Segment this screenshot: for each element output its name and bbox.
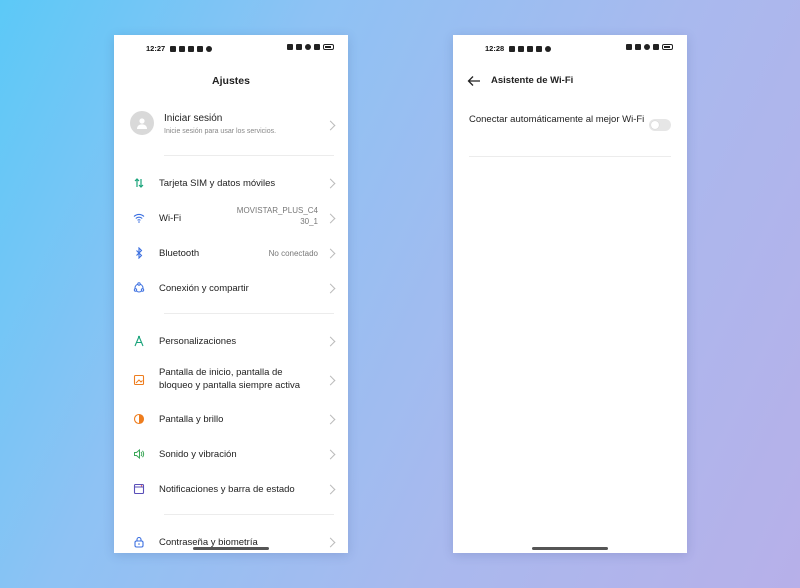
chevron-right-icon xyxy=(325,449,336,459)
chevron-right-icon xyxy=(325,484,336,494)
nfc-icon xyxy=(287,44,293,50)
divider xyxy=(164,313,334,314)
brightness-icon xyxy=(133,413,145,425)
notification-icon xyxy=(133,483,145,495)
bluetooth-status-icon xyxy=(296,44,302,50)
settings-item-bluetooth[interactable]: Bluetooth No conectado xyxy=(114,246,348,260)
settings-item-label: Tarjeta SIM y datos móviles xyxy=(159,177,276,189)
lock-icon xyxy=(133,536,145,548)
settings-item-sim[interactable]: Tarjeta SIM y datos móviles xyxy=(114,176,348,190)
settings-item-label: Pantalla y brillo xyxy=(159,413,224,425)
back-button[interactable] xyxy=(467,74,481,86)
settings-item-label: Sonido y vibración xyxy=(159,448,237,460)
chevron-right-icon xyxy=(325,213,336,223)
divider xyxy=(469,156,671,157)
battery-icon xyxy=(662,44,673,50)
chevron-right-icon xyxy=(325,178,336,188)
signal-icon xyxy=(314,44,320,50)
settings-item-display[interactable]: Pantalla y brillo xyxy=(114,412,348,426)
chevron-right-icon xyxy=(325,375,336,385)
telegram-icon xyxy=(170,45,177,52)
message-icon xyxy=(518,45,525,52)
settings-item-home-screen[interactable]: Pantalla de inicio, pantalla de bloqueo … xyxy=(114,367,348,391)
chevron-right-icon xyxy=(325,283,336,293)
nfc-icon xyxy=(626,44,632,50)
settings-item-label: Pantalla de inicio, pantalla de bloqueo … xyxy=(159,367,301,391)
settings-item-label: Personalizaciones xyxy=(159,335,237,347)
compass-icon xyxy=(133,335,145,347)
app-icon xyxy=(197,45,204,52)
settings-item-label: Wi-Fi xyxy=(159,212,182,224)
bluetooth-status-icon xyxy=(635,44,641,50)
battery-icon xyxy=(323,44,334,50)
auto-connect-toggle[interactable] xyxy=(649,119,671,131)
sound-icon xyxy=(133,448,145,460)
bluetooth-status: No conectado xyxy=(268,248,318,258)
settings-item-label: Notificaciones y barra de estado xyxy=(159,483,295,495)
chevron-right-icon xyxy=(325,120,336,130)
wifi-status-icon xyxy=(305,44,311,50)
settings-item-label: Bluetooth xyxy=(159,247,200,259)
settings-item-wifi[interactable]: Wi-Fi MOVISTAR_PLUS_C4 30_1 xyxy=(114,206,348,226)
chevron-right-icon xyxy=(325,336,336,346)
chevron-right-icon xyxy=(325,537,336,547)
status-bar: 12:28 xyxy=(453,42,687,56)
divider xyxy=(164,514,334,515)
signal-icon xyxy=(653,44,659,50)
settings-item-sound[interactable]: Sonido y vibración xyxy=(114,447,348,461)
divider xyxy=(164,155,334,156)
chevron-right-icon xyxy=(325,414,336,424)
wifi-icon xyxy=(133,212,145,224)
connection-share-icon xyxy=(133,282,145,294)
chevron-right-icon xyxy=(325,248,336,258)
status-time: 12:27 xyxy=(146,44,166,53)
telegram-icon xyxy=(509,45,516,52)
page-title: Ajustes xyxy=(212,75,250,87)
home-indicator[interactable] xyxy=(193,547,269,550)
facebook-icon xyxy=(545,45,552,52)
settings-item-connection[interactable]: Conexión y compartir xyxy=(114,281,348,295)
wifi-assistant-screen: 12:28 Asistente de Wi-Fi Conectar automá… xyxy=(453,35,687,553)
notification-dot-icon xyxy=(206,45,213,52)
settings-item-personalization[interactable]: Personalizaciones xyxy=(114,334,348,348)
home-indicator[interactable] xyxy=(532,547,608,550)
mail-icon xyxy=(527,45,534,52)
message-icon xyxy=(179,45,186,52)
settings-item-label: Conexión y compartir xyxy=(159,282,249,294)
bluetooth-icon xyxy=(133,247,145,259)
settings-item-notifications[interactable]: Notificaciones y barra de estado xyxy=(114,482,348,496)
arrow-left-icon xyxy=(467,76,480,86)
home-screen-icon xyxy=(133,374,145,386)
mail-icon xyxy=(188,45,195,52)
wifi-network-name: MOVISTAR_PLUS_C4 30_1 xyxy=(236,206,318,226)
sim-data-icon xyxy=(133,177,145,189)
status-time: 12:28 xyxy=(485,44,505,53)
page-title: Asistente de Wi-Fi xyxy=(491,75,574,86)
wifi-status-icon xyxy=(644,44,650,50)
app-icon xyxy=(536,45,543,52)
auto-connect-label: Conectar automáticamente al mejor Wi-Fi xyxy=(469,114,645,125)
status-bar: 12:27 xyxy=(114,42,348,56)
settings-screen: 12:27 Ajustes Iniciar sesión Inicie sesi… xyxy=(114,35,348,553)
